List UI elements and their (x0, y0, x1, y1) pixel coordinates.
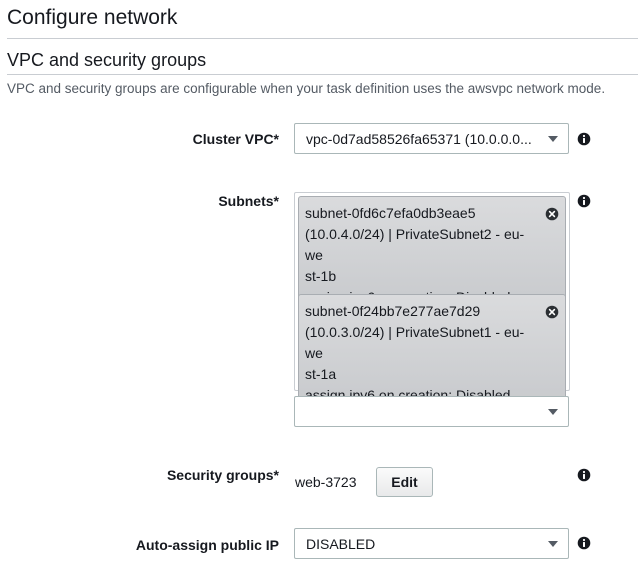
security-group-value: web-3723 (295, 474, 357, 490)
chevron-down-icon (548, 409, 558, 415)
cluster-vpc-select[interactable]: vpc-0d7ad58526fa65371 (10.0.0.0... (294, 123, 569, 154)
info-icon[interactable] (577, 132, 591, 146)
security-groups-label: Security groups* (166, 467, 279, 483)
info-icon[interactable] (577, 536, 591, 550)
subnet-id: subnet-0f24bb7e277ae7d29 (305, 303, 481, 319)
subnet-az: st-1a (305, 366, 337, 382)
auto-assign-public-ip-label: Auto-assign public IP (135, 537, 279, 553)
chevron-down-icon (548, 136, 558, 142)
subnet-id: subnet-0fd6c7efa0db3eae5 (305, 205, 476, 221)
remove-subnet-icon[interactable] (545, 305, 559, 319)
page-title: Configure network (7, 6, 178, 29)
auto-assign-public-ip-select[interactable]: DISABLED (294, 528, 569, 559)
section-description: VPC and security groups are configurable… (7, 81, 606, 96)
subnets-label: Subnets* (218, 193, 279, 209)
subnet-cidr: (10.0.3.0/24) | PrivateSubnet1 - eu-we (305, 324, 525, 361)
auto-assign-public-ip-value: DISABLED (306, 536, 376, 552)
info-icon[interactable] (577, 468, 591, 482)
cluster-vpc-label: Cluster VPC* (192, 131, 279, 147)
subnets-multiselect[interactable]: subnet-0fd6c7efa0db3eae5 (10.0.4.0/24) |… (294, 192, 570, 413)
chevron-down-icon (548, 541, 558, 547)
cluster-vpc-value: vpc-0d7ad58526fa65371 (10.0.0.0... (306, 131, 532, 147)
section-title: VPC and security groups (7, 50, 207, 70)
title-divider (7, 38, 638, 39)
edit-security-groups-button[interactable]: Edit (376, 467, 433, 497)
remove-subnet-icon[interactable] (545, 207, 559, 221)
subnet-cidr: (10.0.4.0/24) | PrivateSubnet2 - eu-we (305, 226, 525, 263)
add-subnet-select[interactable] (294, 396, 569, 427)
subnet-az: st-1b (305, 268, 337, 284)
info-icon[interactable] (577, 194, 591, 208)
section-divider (7, 74, 638, 75)
